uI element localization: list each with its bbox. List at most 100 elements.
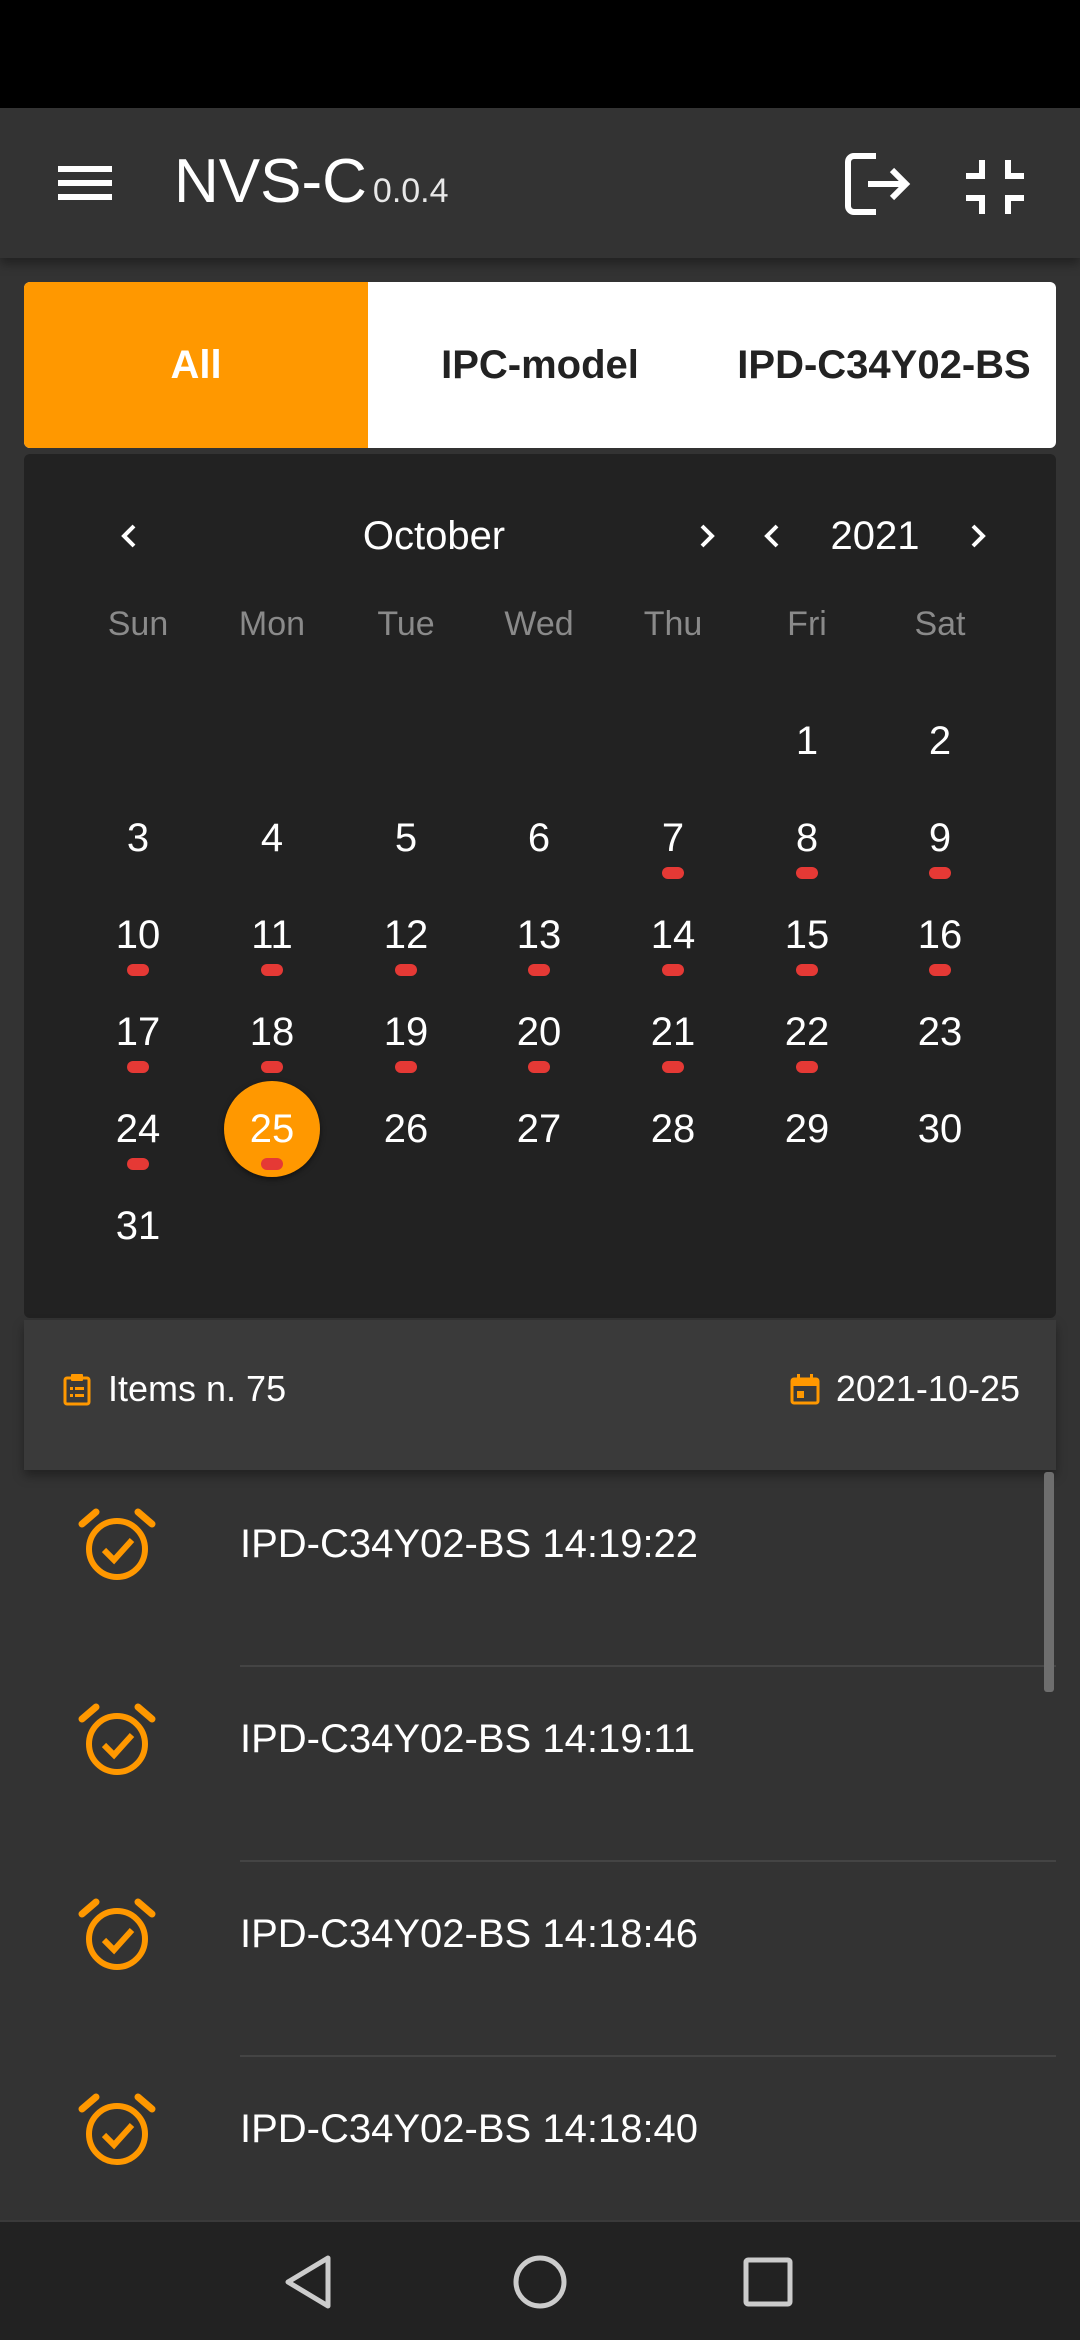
list-item-text: IPD-C34Y02-BS 14:19:11 — [240, 1717, 696, 1761]
calendar-day[interactable]: 27 — [491, 1081, 587, 1177]
recents-square-icon — [743, 2257, 793, 2307]
calendar-day-number: 9 — [928, 816, 952, 860]
calendar-day[interactable]: 7 — [625, 790, 721, 886]
calendar-day[interactable]: 18 — [224, 984, 320, 1080]
event-indicator-dot — [261, 1061, 283, 1073]
summary-bar: Items n. 75 2021-10-25 — [24, 1320, 1056, 1470]
list-item[interactable]: IPD-C34Y02-BS 14:18:46 — [0, 1862, 1080, 2057]
calendar-day[interactable]: 8 — [759, 790, 855, 886]
list-item-text: IPD-C34Y02-BS 14:19:22 — [240, 1522, 699, 1566]
calendar-day[interactable]: 4 — [224, 790, 320, 886]
calendar: October 2021 Sun Mon Tue Wed Thu Fri Sat… — [24, 454, 1056, 1318]
calendar-day[interactable]: 14 — [625, 887, 721, 983]
event-indicator-dot — [929, 964, 951, 976]
calendar-day-number: 30 — [917, 1107, 963, 1151]
calendar-day[interactable]: 31 — [90, 1178, 186, 1274]
calendar-day-number: 17 — [115, 1010, 161, 1054]
event-indicator-dot — [261, 964, 283, 976]
calendar-day-number: 24 — [115, 1107, 161, 1151]
calendar-day[interactable]: 29 — [759, 1081, 855, 1177]
event-indicator-dot — [662, 964, 684, 976]
list-item-text: IPD-C34Y02-BS 14:18:46 — [240, 1912, 699, 1956]
list-item[interactable]: IPD-C34Y02-BS 14:19:11 — [0, 1667, 1080, 1862]
calendar-day[interactable]: 6 — [491, 790, 587, 886]
calendar-day[interactable]: 30 — [892, 1081, 988, 1177]
event-indicator-dot — [662, 1061, 684, 1073]
home-button[interactable] — [504, 2246, 576, 2318]
calendar-day-number: 27 — [516, 1107, 562, 1151]
calendar-day-number: 22 — [784, 1010, 830, 1054]
tab-ipc-model[interactable]: IPC-model — [368, 282, 712, 448]
event-indicator-dot — [395, 1061, 417, 1073]
selected-date-label: 2021-10-25 — [835, 1368, 1020, 1409]
calendar-day-number: 18 — [249, 1010, 295, 1054]
home-circle-icon — [513, 2255, 567, 2309]
list-item[interactable]: IPD-C34Y02-BS 14:19:22 — [0, 1472, 1080, 1667]
list-item[interactable]: IPD-C34Y02-BS 14:18:40 — [0, 2057, 1080, 2220]
calendar-day-number: 19 — [383, 1010, 429, 1054]
calendar-day[interactable]: 2 — [892, 693, 988, 789]
calendar-day-number: 28 — [650, 1107, 696, 1151]
selected-date: 2021-10-25 — [788, 1368, 1020, 1410]
logout-button[interactable] — [840, 148, 920, 220]
camera-tabs: All IPC-model IPD-C34Y02-BS — [24, 282, 1056, 448]
app-bar: NVS-C 0.0.4 — [0, 108, 1080, 258]
clipboard-list-icon — [63, 1374, 91, 1406]
calendar-day-number: 5 — [394, 816, 418, 860]
tab-all-label: All — [170, 343, 222, 387]
tab-ipd-c34y02-bs[interactable]: IPD-C34Y02-BS — [712, 282, 1056, 448]
calendar-day-number: 6 — [527, 816, 551, 860]
back-button[interactable] — [272, 2246, 344, 2318]
event-indicator-dot — [796, 867, 818, 879]
calendar-day[interactable]: 13 — [491, 887, 587, 983]
calendar-day-number: 23 — [917, 1010, 963, 1054]
calendar-day[interactable]: 11 — [224, 887, 320, 983]
fullscreen-exit-button[interactable] — [960, 154, 1030, 220]
calendar-day-number: 20 — [516, 1010, 562, 1054]
calendar-day[interactable]: 1 — [759, 693, 855, 789]
calendar-day-number: 15 — [784, 913, 830, 957]
calendar-day[interactable]: 3 — [90, 790, 186, 886]
calendar-day-number: 14 — [650, 913, 696, 957]
tab-ipd-label: IPD-C34Y02-BS — [737, 343, 1031, 387]
list-scrollbar[interactable] — [1044, 1472, 1054, 1692]
calendar-day[interactable]: 28 — [625, 1081, 721, 1177]
calendar-day[interactable]: 23 — [892, 984, 988, 1080]
calendar-day[interactable]: 26 — [358, 1081, 454, 1177]
system-nav-bar — [0, 2220, 1080, 2340]
event-indicator-dot — [261, 1158, 283, 1170]
recents-button[interactable] — [732, 2246, 804, 2318]
list-item-text: IPD-C34Y02-BS 14:18:40 — [240, 2107, 699, 2151]
calendar-day[interactable]: 21 — [625, 984, 721, 1080]
event-indicator-dot — [662, 867, 684, 879]
calendar-day-number: 10 — [115, 913, 161, 957]
items-count-label: Items n. 75 — [108, 1368, 287, 1409]
app-title: NVS-C 0.0.4 — [174, 142, 449, 231]
days-grid: 1 2 3 4 5 6 7 8 9 10 11 12 13 14 15 16 17 18 19 20 21 22 23 24 2… — [24, 454, 1056, 1318]
hamburger-menu-icon — [58, 166, 112, 200]
calendar-day-selected[interactable]: 25 — [224, 1081, 320, 1177]
calendar-day-number: 12 — [383, 913, 429, 957]
calendar-day[interactable]: 24 — [90, 1081, 186, 1177]
calendar-day[interactable]: 15 — [759, 887, 855, 983]
calendar-day[interactable]: 5 — [358, 790, 454, 886]
menu-button[interactable] — [52, 152, 118, 214]
calendar-icon — [790, 1374, 820, 1405]
calendar-day-number: 25 — [249, 1107, 295, 1151]
calendar-day[interactable]: 10 — [90, 887, 186, 983]
calendar-day[interactable]: 12 — [358, 887, 454, 983]
tab-all[interactable]: All — [24, 282, 368, 448]
calendar-day-number: 31 — [115, 1204, 161, 1248]
event-indicator-dot — [796, 1061, 818, 1073]
calendar-day[interactable]: 9 — [892, 790, 988, 886]
calendar-day[interactable]: 20 — [491, 984, 587, 1080]
alarm-check-icon — [78, 1703, 156, 1775]
tab-ipc-model-label: IPC-model — [441, 343, 639, 387]
alarm-check-icon — [78, 1508, 156, 1580]
calendar-day[interactable]: 17 — [90, 984, 186, 1080]
calendar-day[interactable]: 19 — [358, 984, 454, 1080]
fullscreen-exit-icon — [966, 160, 1024, 214]
calendar-day[interactable]: 16 — [892, 887, 988, 983]
calendar-day[interactable]: 22 — [759, 984, 855, 1080]
calendar-day-number: 4 — [260, 816, 284, 860]
